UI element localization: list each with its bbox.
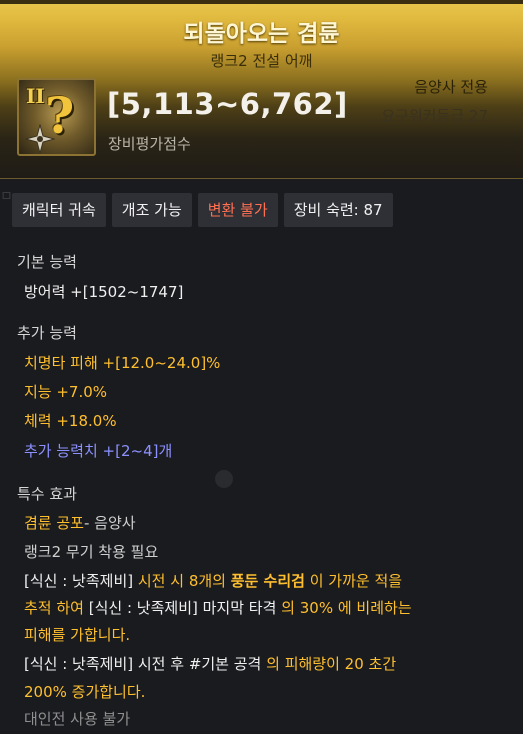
effect1-keyword: 풍둔 수리검 bbox=[230, 572, 305, 590]
effect1-line2: 추적 하여 [식신 : 낫족제비] 마지막 타격 의 30% 에 비례하는 bbox=[24, 597, 412, 618]
unknown-stat-question-icon: ? bbox=[45, 86, 75, 145]
header-top-edge bbox=[0, 0, 523, 4]
badge-modifiable: 개조 가능 bbox=[111, 193, 192, 227]
effect1-skill-name: [식신 : 낫족제비] bbox=[24, 572, 134, 590]
effect2-text: 의 피해량이 20 초간 bbox=[261, 655, 397, 673]
pvp-restriction: 대인전 사용 불가 bbox=[24, 710, 131, 728]
effect1-skill-name: [식신 : 낫족제비] bbox=[88, 599, 198, 617]
badge-proficiency: 장비 숙련: 87 bbox=[283, 193, 393, 227]
background-ghost-ui bbox=[215, 470, 233, 488]
background-ghost-ui: ㅁ bbox=[0, 189, 13, 205]
badge-character-bound: 캐릭터 귀속 bbox=[12, 193, 106, 227]
rank-roman-numeral: II bbox=[26, 84, 45, 108]
effect1-text: 시전 시 8개의 bbox=[133, 572, 231, 590]
set-effect-class: - 음양사 bbox=[83, 514, 136, 532]
class-restriction: 음양사 전용 bbox=[414, 78, 488, 96]
crit-damage-stat: 치명타 피해 +[12.0~24.0]% bbox=[24, 354, 221, 372]
additional-ability-title: 추가 능력 bbox=[17, 324, 77, 342]
set-effect-line: 겸륜 공포- 음양사 bbox=[24, 512, 136, 533]
effect2-line2: 200% 증가합니다. bbox=[24, 683, 146, 701]
effect1-text: 추적 하여 bbox=[24, 599, 89, 617]
gear-score: [5,113~6,762] bbox=[107, 87, 348, 121]
special-effect-title: 특수 효과 bbox=[17, 485, 77, 503]
badge-not-convertible: 변환 불가 bbox=[197, 193, 278, 227]
tooltip-header: 되돌아오는 겸륜 랭크2 전설 어깨 II ? [5,113~6,762] 장비… bbox=[0, 0, 523, 179]
effect2-text: 시전 후 #기본 공격 bbox=[133, 655, 262, 673]
gear-score-label: 장비평가점수 bbox=[108, 135, 191, 153]
item-name: 되돌아오는 겸륜 bbox=[183, 21, 340, 47]
item-tooltip: ㅁ 되돌아오는 겸륜 랭크2 전설 어깨 II ? [5,113~6,762] … bbox=[0, 0, 523, 734]
effect2-skill-name: [식신 : 낫족제비] bbox=[24, 655, 134, 673]
effect1-line3: 피해를 가합니다. bbox=[24, 626, 131, 644]
effect1-text: 마지막 타격 bbox=[197, 599, 277, 617]
basic-ability-title: 기본 능력 bbox=[17, 253, 77, 271]
vitality-stat: 체력 +18.0% bbox=[24, 412, 117, 430]
item-icon: II ? bbox=[17, 78, 96, 156]
defense-stat: 방어력 +[1502~1747] bbox=[24, 283, 184, 301]
weapon-requirement: 랭크2 무기 착용 필요 bbox=[24, 543, 159, 561]
item-rank-type: 랭크2 전설 어깨 bbox=[210, 52, 313, 70]
effect1-text: 의 30% 에 비례하는 bbox=[276, 599, 412, 617]
item-badges: 캐릭터 귀속 개조 가능 변환 불가 장비 숙련: 87 bbox=[12, 193, 393, 227]
required-level: 요구워커등급 27 bbox=[381, 107, 488, 125]
extra-stat-count: 추가 능력치 +[2~4]개 bbox=[24, 442, 173, 460]
effect1-text: 이 가까운 적을 bbox=[304, 572, 403, 590]
intelligence-stat: 지능 +7.0% bbox=[24, 383, 108, 401]
set-effect-name: 겸륜 공포 bbox=[24, 514, 84, 532]
effect2-line1: [식신 : 낫족제비] 시전 후 #기본 공격 의 피해량이 20 초간 bbox=[24, 653, 396, 674]
effect1-line1: [식신 : 낫족제비] 시전 시 8개의 풍둔 수리검 이 가까운 적을 bbox=[24, 570, 402, 591]
